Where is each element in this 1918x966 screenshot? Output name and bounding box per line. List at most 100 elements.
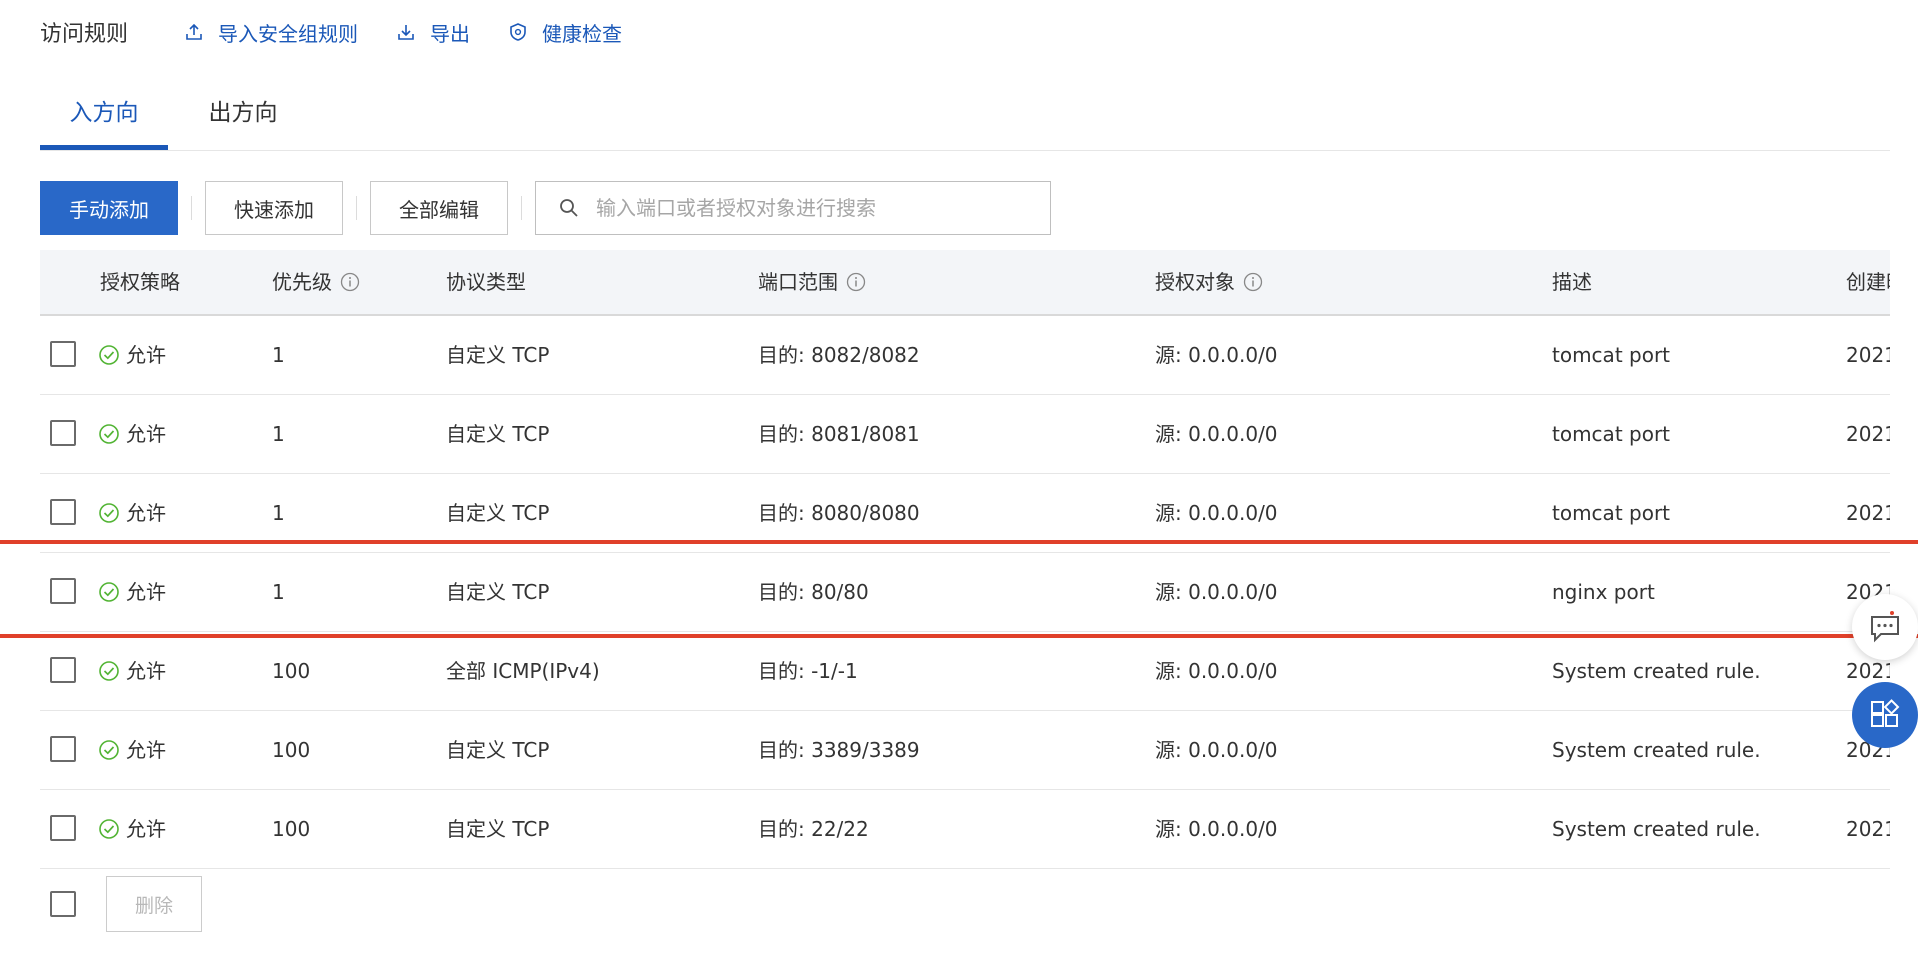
chat-icon (1871, 611, 1899, 643)
row-checkbox[interactable] (50, 341, 76, 367)
description-cell: nginx port (1552, 580, 1655, 604)
description-cell: tomcat port (1552, 422, 1671, 446)
search-icon (560, 199, 578, 217)
health-check-label: 健康检查 (542, 21, 623, 46)
table-footer: 删除 (40, 876, 340, 932)
protocol-cell: 自定义 TCP (446, 580, 550, 604)
port-cell: 目的: 3389/3389 (758, 738, 920, 762)
import-rules-link[interactable]: 导入安全组规则 (184, 18, 358, 47)
search-box[interactable] (535, 181, 1051, 235)
search-input[interactable] (594, 195, 1038, 221)
divider (191, 196, 192, 220)
table-row: 允许 100 自定义 TCP 目的: 3389/3389 源: 0.0.0.0/… (40, 711, 1890, 790)
source-cell: 源: 0.0.0.0/0 (1155, 659, 1278, 683)
column-header-protocol: 协议类型 (446, 270, 526, 294)
shield-check-icon (510, 23, 526, 41)
policy-cell: 允许 (98, 711, 166, 789)
highlight-line-bottom (0, 634, 1918, 638)
priority-cell: 100 (272, 738, 311, 762)
protocol-cell: 自定义 TCP (446, 817, 550, 841)
highlight-line-top (0, 540, 1918, 544)
quick-add-button[interactable]: 快速添加 (205, 181, 343, 235)
manual-add-button[interactable]: 手动添加 (40, 181, 178, 235)
created-cell: 2021 (1846, 422, 1890, 446)
column-header-source: 授权对象 (1155, 250, 1263, 314)
port-cell: 目的: 22/22 (758, 817, 869, 841)
export-link[interactable]: 导出 (396, 18, 470, 47)
table-row: 允许 1 自定义 TCP 目的: 8081/8081 源: 0.0.0.0/0 … (40, 395, 1890, 474)
row-checkbox[interactable] (50, 736, 76, 762)
protocol-cell: 自定义 TCP (446, 343, 550, 367)
policy-cell: 允许 (98, 316, 166, 394)
upload-icon (186, 23, 202, 40)
policy-cell: 允许 (98, 553, 166, 631)
priority-cell: 100 (272, 817, 311, 841)
port-cell: 目的: 8082/8082 (758, 343, 920, 367)
description-cell: tomcat port (1552, 343, 1671, 367)
tab-inbound[interactable]: 入方向 (40, 88, 168, 150)
table-row: 允许 1 自定义 TCP 目的: 8082/8082 源: 0.0.0.0/0 … (40, 316, 1890, 395)
row-checkbox[interactable] (50, 420, 76, 446)
source-cell: 源: 0.0.0.0/0 (1155, 343, 1278, 367)
column-header-priority: 优先级 (272, 250, 360, 314)
apps-grid-icon (1871, 699, 1900, 727)
description-cell: System created rule. (1552, 659, 1761, 683)
protocol-cell: 自定义 TCP (446, 422, 550, 446)
divider (356, 196, 357, 220)
row-checkbox[interactable] (50, 815, 76, 841)
description-cell: System created rule. (1552, 817, 1761, 841)
priority-cell: 1 (272, 422, 285, 446)
delete-button[interactable]: 删除 (106, 876, 202, 932)
column-header-created: 创建时间 (1846, 270, 1890, 294)
source-cell: 源: 0.0.0.0/0 (1155, 738, 1278, 762)
protocol-cell: 全部 ICMP(IPv4) (446, 659, 600, 683)
info-icon[interactable] (846, 272, 866, 292)
check-circle-icon (99, 345, 119, 365)
row-checkbox[interactable] (50, 578, 76, 604)
row-checkbox[interactable] (50, 657, 76, 683)
apps-button[interactable] (1852, 682, 1918, 748)
policy-cell: 允许 (98, 790, 166, 868)
download-icon (398, 25, 414, 40)
select-all-checkbox[interactable] (50, 891, 76, 917)
source-cell: 源: 0.0.0.0/0 (1155, 817, 1278, 841)
feedback-chat-button[interactable] (1852, 594, 1918, 660)
health-check-link[interactable]: 健康检查 (508, 18, 622, 47)
column-header-policy: 授权策略 (100, 270, 180, 294)
info-icon[interactable] (1243, 272, 1263, 292)
policy-cell: 允许 (98, 395, 166, 473)
edit-all-button[interactable]: 全部编辑 (370, 181, 508, 235)
source-cell: 源: 0.0.0.0/0 (1155, 580, 1278, 604)
table-row: 允许 100 全部 ICMP(IPv4) 目的: -1/-1 源: 0.0.0.… (40, 632, 1890, 711)
created-cell: 2021 (1846, 817, 1890, 841)
tab-outbound[interactable]: 出方向 (198, 88, 288, 150)
column-header-port: 端口范围 (758, 250, 866, 314)
check-circle-icon (99, 503, 119, 523)
source-cell: 源: 0.0.0.0/0 (1155, 422, 1278, 446)
port-cell: 目的: 8081/8081 (758, 422, 920, 446)
check-circle-icon (99, 582, 119, 602)
toolbar: 手动添加 快速添加 全部编辑 (40, 180, 1051, 236)
created-cell: 2021 (1846, 343, 1890, 367)
column-header-description: 描述 (1552, 270, 1592, 294)
direction-tabs: 入方向 出方向 (40, 88, 1890, 151)
check-circle-icon (99, 740, 119, 760)
check-circle-icon (99, 424, 119, 444)
import-rules-label: 导入安全组规则 (218, 21, 359, 46)
check-circle-icon (99, 661, 119, 681)
info-icon[interactable] (340, 272, 360, 292)
port-cell: 目的: 80/80 (758, 580, 869, 604)
table-body: 允许 1 自定义 TCP 目的: 8082/8082 源: 0.0.0.0/0 … (40, 316, 1890, 869)
page-header: 访问规则 导入安全组规则 导出 健康检查 (40, 14, 660, 50)
divider (521, 196, 522, 220)
check-circle-icon (99, 819, 119, 839)
port-cell: 目的: -1/-1 (758, 659, 858, 683)
rules-table: 授权策略 优先级 协议类型 端口范围 授权对象 描述 创建时间 允许 1 自定义… (40, 250, 1890, 869)
page-title: 访问规则 (40, 22, 129, 47)
protocol-cell: 自定义 TCP (446, 738, 550, 762)
row-checkbox[interactable] (50, 499, 76, 525)
priority-cell: 1 (272, 343, 285, 367)
table-row: 允许 1 自定义 TCP 目的: 80/80 源: 0.0.0.0/0 ngin… (40, 553, 1890, 632)
table-row: 允许 100 自定义 TCP 目的: 22/22 源: 0.0.0.0/0 Sy… (40, 790, 1890, 869)
description-cell: System created rule. (1552, 738, 1761, 762)
